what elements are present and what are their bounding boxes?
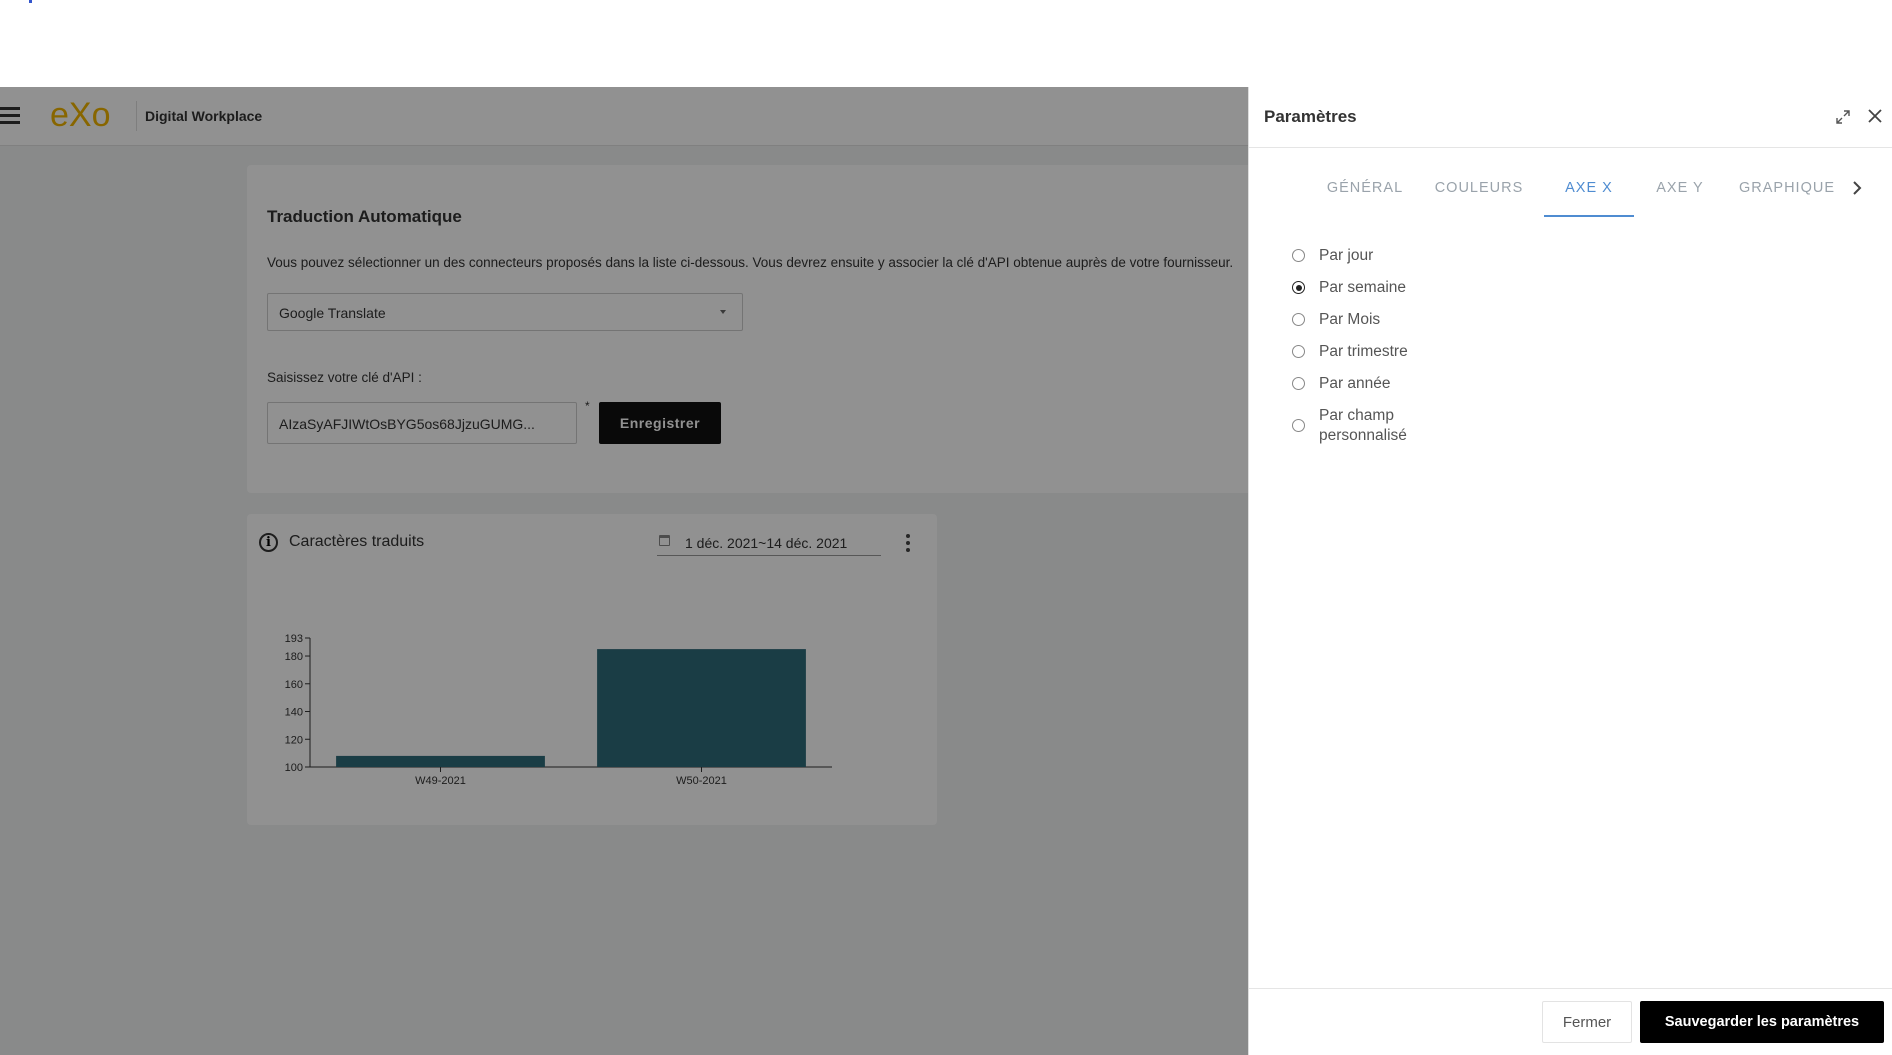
save-settings-button[interactable]: Sauvegarder les paramètres [1640,1001,1884,1043]
radio-button[interactable] [1292,377,1305,390]
tab-general[interactable]: GÉNÉRAL [1315,173,1415,217]
radio-button[interactable] [1292,249,1305,262]
close-button[interactable]: Fermer [1542,1001,1632,1043]
tab-axe-y[interactable]: AXE Y [1641,173,1719,217]
drawer-footer-divider [1249,988,1892,989]
expand-icon[interactable] [1835,109,1851,125]
radio-label: Par jour [1319,247,1374,264]
browser-top-area [0,0,1892,87]
radio-label: Par Mois [1319,311,1381,328]
radio-label: Par champ personnalisé [1319,407,1407,444]
chevron-right-icon[interactable] [1851,181,1863,195]
radio-button[interactable] [1292,345,1305,358]
radio-button[interactable] [1292,313,1305,326]
tab-couleurs[interactable]: COULEURS [1423,173,1535,217]
close-icon[interactable] [1867,108,1883,124]
tab-graphique[interactable]: GRAPHIQUE [1729,173,1845,217]
tab-axe-x[interactable]: AXE X [1544,173,1634,217]
settings-tabs: GÉNÉRAL COULEURS AXE X AXE Y GRAPHIQUE [1315,173,1845,217]
radio-button[interactable] [1292,419,1305,432]
radio-label: Par trimestre [1319,343,1408,360]
radio-button-selected[interactable] [1292,281,1305,294]
settings-drawer: Paramètres GÉNÉRAL COULEURS AXE X AXE Y … [1248,87,1892,1055]
radio-label: Par année [1319,375,1391,392]
drawer-header-divider [1249,147,1892,148]
cursor-mark [29,0,32,3]
radio-label: Par semaine [1319,279,1407,296]
drawer-title: Paramètres [1264,107,1357,126]
